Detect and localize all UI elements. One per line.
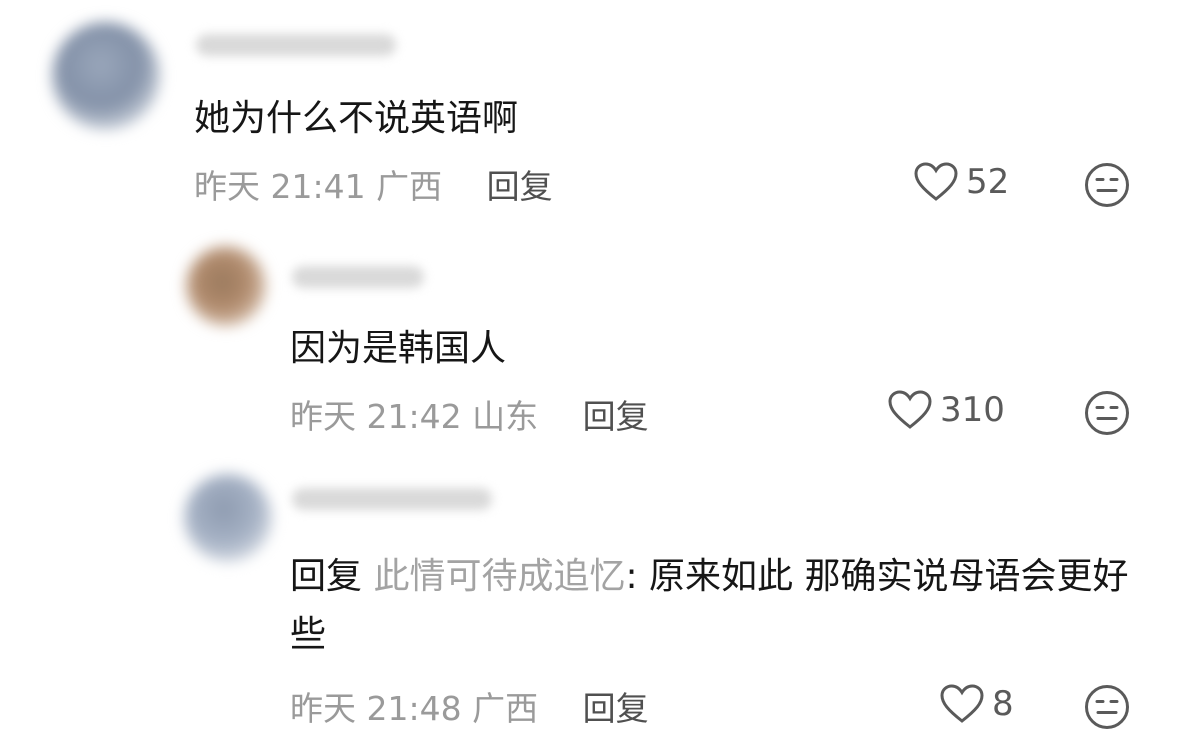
- reply-prefix: 回复: [290, 556, 363, 597]
- reply-button[interactable]: 回复: [583, 397, 649, 436]
- comment-text: 她为什么不说英语啊: [194, 98, 519, 139]
- heart-outline-icon: [888, 390, 932, 429]
- like-count: 52: [966, 162, 1010, 202]
- heart-outline-icon: [940, 684, 984, 723]
- neutral-face-icon[interactable]: [1084, 684, 1130, 730]
- avatar[interactable]: [52, 22, 160, 130]
- like-count: 310: [940, 390, 1005, 430]
- comment-time: 昨天 21:48: [290, 689, 462, 728]
- comment-location: 广西: [376, 167, 443, 206]
- avatar[interactable]: [186, 246, 266, 326]
- comment-location: 山东: [472, 397, 539, 436]
- like-button[interactable]: 310: [888, 390, 1005, 430]
- comment-meta: 昨天 21:41 广西 回复: [194, 160, 553, 208]
- like-button[interactable]: 8: [940, 684, 1014, 724]
- reply-button[interactable]: 回复: [487, 167, 553, 206]
- comment-time: 昨天 21:41: [194, 167, 366, 206]
- heart-outline-icon: [914, 162, 958, 201]
- like-button[interactable]: 52: [914, 162, 1009, 202]
- comment-time: 昨天 21:42: [290, 397, 462, 436]
- comment-location: 广西: [472, 689, 539, 728]
- like-count: 8: [992, 684, 1014, 724]
- reply-target-username[interactable]: 此情可待成追忆: [373, 556, 625, 597]
- comment-text: 因为是韩国人: [290, 328, 507, 369]
- username-blurred[interactable]: [292, 266, 424, 288]
- reply-button[interactable]: 回复: [583, 689, 649, 728]
- comment-meta: 昨天 21:48 广西 回复: [290, 682, 649, 730]
- comment-text: 回复 此情可待成追忆: 原来如此 那确实说母语会更好些: [290, 548, 1150, 664]
- neutral-face-icon[interactable]: [1084, 390, 1130, 436]
- username-blurred[interactable]: [292, 488, 492, 510]
- neutral-face-icon[interactable]: [1084, 162, 1130, 208]
- avatar[interactable]: [184, 474, 272, 562]
- comment-meta: 昨天 21:42 山东 回复: [290, 390, 649, 438]
- username-blurred[interactable]: [196, 34, 396, 56]
